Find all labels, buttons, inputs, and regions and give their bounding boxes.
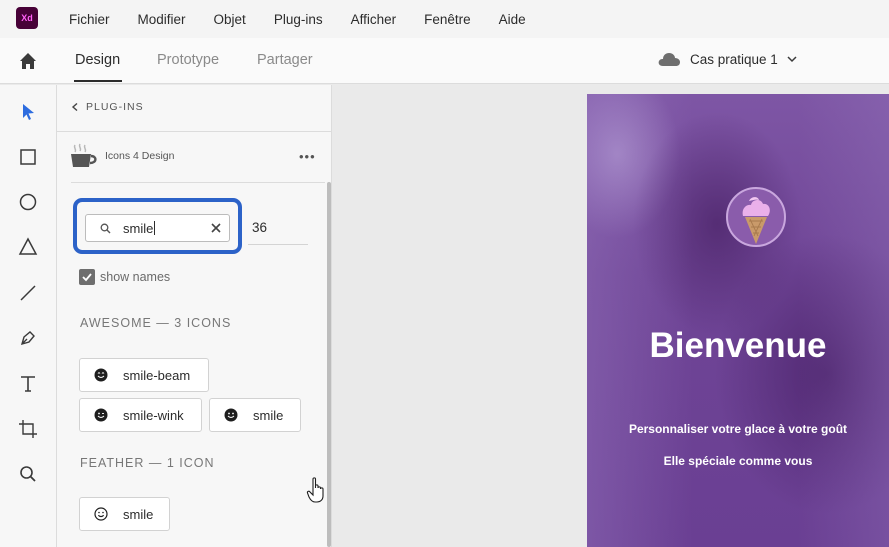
- more-options-icon[interactable]: •••: [299, 149, 316, 164]
- divider: [71, 182, 325, 183]
- mode-tab-bar: Design Prototype Partager Cas pratique 1: [0, 38, 889, 84]
- search-icon: [100, 223, 111, 234]
- menu: Fichier Modifier Objet Plug-ins Afficher…: [69, 0, 554, 38]
- rectangle-icon[interactable]: [18, 147, 38, 167]
- search-value: smile: [123, 221, 156, 236]
- smile-beam-icon: [94, 368, 108, 382]
- icon-chip-smile-feather[interactable]: smile: [79, 497, 170, 531]
- home-icon[interactable]: [18, 51, 38, 71]
- design-canvas[interactable]: Bienvenue Personnaliser votre glace à vo…: [333, 85, 889, 547]
- section-title-awesome: AWESOME — 3 ICONS: [80, 316, 232, 330]
- menu-fenetre[interactable]: Fenêtre: [424, 12, 471, 27]
- menu-fichier[interactable]: Fichier: [69, 12, 110, 27]
- coffee-cup-icon: [71, 143, 97, 167]
- welcome-tagline: Elle spéciale comme vous: [663, 454, 813, 468]
- chevron-down-icon: [787, 56, 797, 63]
- hand-cursor-icon: [306, 477, 324, 503]
- section-title-feather: FEATHER — 1 ICON: [80, 456, 215, 470]
- plugins-back-button[interactable]: PLUG-INS: [71, 101, 144, 113]
- tab-share[interactable]: Partager: [257, 52, 313, 68]
- menu-plugins[interactable]: Plug-ins: [274, 12, 323, 27]
- plugin-name: Icons 4 Design: [105, 150, 175, 162]
- line-icon[interactable]: [18, 283, 38, 303]
- artboard-icon[interactable]: [18, 419, 38, 439]
- icon-chip-label: smile: [123, 506, 154, 522]
- smile-icon: [224, 408, 238, 422]
- background-photo: [587, 94, 889, 547]
- count-underline: [248, 244, 308, 245]
- menu-objet[interactable]: Objet: [214, 12, 246, 27]
- divider: [57, 131, 332, 132]
- menu-bar: Xd Fichier Modifier Objet Plug-ins Affic…: [0, 0, 889, 38]
- icon-chip-smile-beam[interactable]: smile-beam: [79, 358, 209, 392]
- active-tab-indicator: [74, 80, 122, 82]
- icon-chip-smile-wink[interactable]: smile-wink: [79, 398, 202, 432]
- pen-icon[interactable]: [18, 328, 38, 348]
- result-count: 36: [252, 220, 268, 235]
- icon-chip-label: smile-wink: [123, 407, 184, 423]
- smile-wink-icon: [94, 408, 108, 422]
- welcome-title: Bienvenue: [649, 326, 827, 365]
- icon-chip-label: smile-beam: [123, 367, 191, 383]
- xd-logo: Xd: [16, 7, 38, 29]
- menu-afficher[interactable]: Afficher: [351, 12, 397, 27]
- ice-cream-logo: [726, 187, 786, 247]
- clear-search-icon[interactable]: [210, 222, 222, 234]
- checkmark-icon: [82, 273, 92, 282]
- menu-modifier[interactable]: Modifier: [138, 12, 186, 27]
- plugins-back-label: PLUG-INS: [86, 101, 144, 113]
- artboard[interactable]: Bienvenue Personnaliser votre glace à vo…: [587, 94, 889, 547]
- document-name: Cas pratique 1: [690, 51, 778, 67]
- cloud-icon: [658, 53, 680, 66]
- ellipse-icon[interactable]: [18, 192, 38, 212]
- text-icon[interactable]: [18, 374, 38, 394]
- menu-aide[interactable]: Aide: [499, 12, 526, 27]
- tool-bar: [0, 85, 57, 547]
- smile-outline-icon: [94, 507, 108, 521]
- show-names-checkbox[interactable]: [79, 269, 95, 285]
- chevron-left-icon: [71, 103, 78, 111]
- document-title-dropdown[interactable]: Cas pratique 1: [657, 51, 797, 67]
- tab-prototype[interactable]: Prototype: [157, 52, 219, 68]
- show-names-label: show names: [100, 270, 171, 284]
- icon-search-input[interactable]: smile: [85, 214, 230, 242]
- welcome-subtitle: Personnaliser votre glace à votre goût: [628, 422, 848, 436]
- select-arrow-icon[interactable]: [18, 102, 38, 122]
- plugin-header: Icons 4 Design: [69, 143, 174, 169]
- zoom-icon[interactable]: [18, 464, 38, 484]
- icon-chip-label: smile: [253, 407, 284, 423]
- triangle-icon[interactable]: [18, 237, 38, 257]
- tab-design[interactable]: Design: [75, 52, 120, 68]
- plugins-panel: PLUG-INS Icons 4 Design ••• smile 36 sho…: [57, 85, 332, 547]
- icon-chip-smile-awesome[interactable]: smile: [209, 398, 301, 432]
